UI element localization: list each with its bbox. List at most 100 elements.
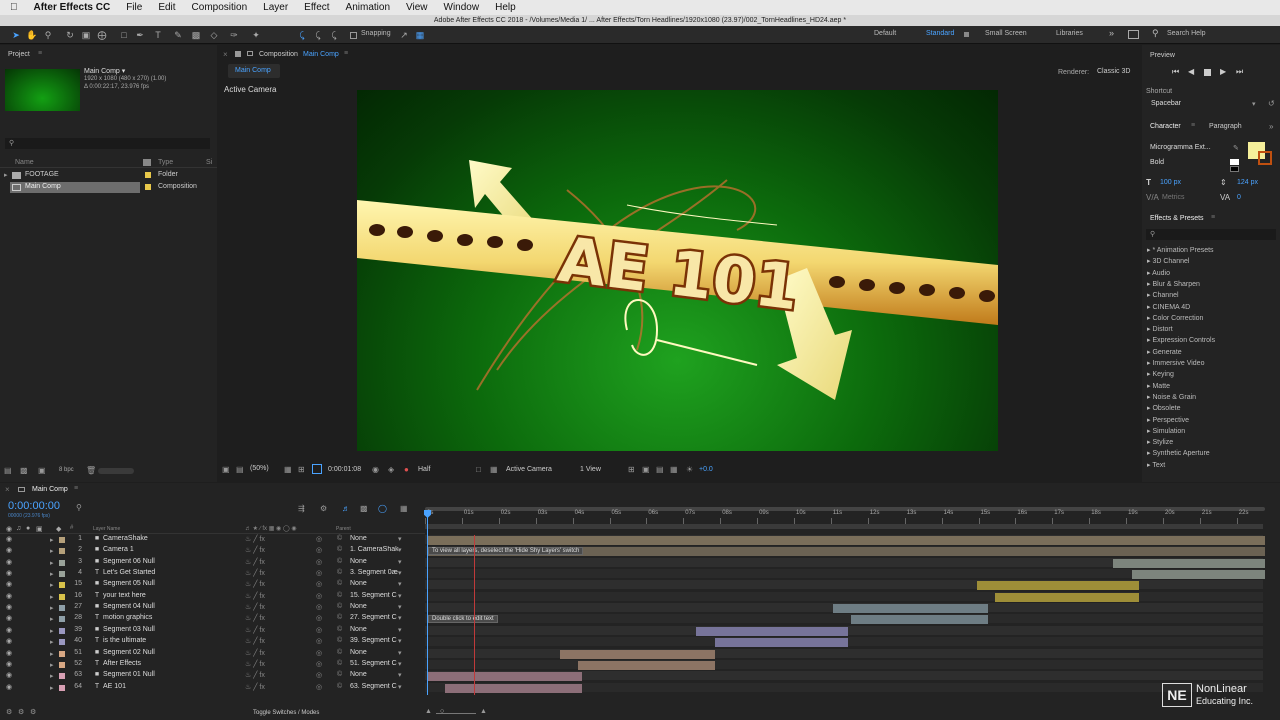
composition-tab-name[interactable]: Main Comp <box>303 51 339 58</box>
eye-icon[interactable]: ◉ <box>6 559 13 566</box>
layer-duration-bar[interactable] <box>427 672 582 682</box>
effects-category[interactable]: ▸ Noise & Grain <box>1147 393 1196 401</box>
parent-pickwhip-icon[interactable]: © <box>337 683 342 690</box>
project-tab[interactable]: Project <box>8 51 30 58</box>
chevron-down-icon[interactable]: ▾ <box>398 603 402 611</box>
effects-category[interactable]: ▸ Synthetic Aperture <box>1147 449 1210 457</box>
project-search-input[interactable]: ⚲ <box>5 138 210 149</box>
last-frame-icon[interactable]: ⏭ <box>1236 67 1243 77</box>
renderer-value[interactable]: Classic 3D <box>1097 68 1130 75</box>
kerning-value[interactable]: Metrics <box>1162 194 1185 201</box>
chevron-down-icon[interactable]: ▾ <box>398 671 402 679</box>
eye-icon[interactable]: ◉ <box>6 627 13 634</box>
layer-name[interactable]: Segment 06 Null <box>103 558 155 565</box>
col-type[interactable]: Type <box>158 159 173 166</box>
layer-name[interactable]: Camera 1 <box>103 546 134 553</box>
expand-arrow-icon[interactable]: ▸ <box>50 638 54 646</box>
layer-row[interactable]: ◉ ▸ 15 ■ Segment 05 Null ♨ ╱ fx © ◎ None ▾ <box>0 580 425 591</box>
layer-name[interactable]: Let's Get Started <box>103 569 155 576</box>
3d-layer-icon[interactable]: ◎ <box>316 580 322 588</box>
eye-icon[interactable]: ◉ <box>6 570 13 577</box>
layer-switches[interactable]: ♨ ╱ fx <box>245 569 265 577</box>
close-panel-icon[interactable]: × <box>223 50 228 59</box>
parent-pickwhip-icon[interactable]: © <box>337 569 342 576</box>
toggle-switches-modes-button[interactable]: Toggle Switches / Modes <box>253 710 319 716</box>
comp-subtab[interactable]: Main Comp <box>228 64 280 78</box>
effects-category[interactable]: ▸ CINEMA 4D <box>1147 303 1190 311</box>
fast-previews-icon[interactable]: ▣ <box>642 465 650 474</box>
label-swatch[interactable] <box>59 537 65 543</box>
workspace-libraries[interactable]: Libraries <box>1056 30 1083 37</box>
col-name[interactable]: Name <box>15 159 34 166</box>
expand-arrow-icon[interactable]: ▸ <box>50 627 54 635</box>
layer-duration-bar[interactable] <box>976 581 1140 591</box>
layer-switches[interactable]: ♨ ╱ fx <box>245 580 265 588</box>
label-swatch[interactable] <box>59 548 65 555</box>
layer-name[interactable]: Segment 01 Null <box>103 671 155 678</box>
3d-layer-icon[interactable]: ◎ <box>316 569 322 577</box>
clone-stamp-tool-icon[interactable]: ▩ <box>190 29 202 41</box>
chevron-down-icon[interactable]: ▾ <box>398 660 402 668</box>
previous-frame-icon[interactable]: ◀ <box>1188 67 1194 76</box>
expand-arrow-icon[interactable]: ▸ <box>50 581 54 589</box>
trash-icon[interactable]: 🗑 <box>86 466 96 475</box>
font-size-value[interactable]: 100 px <box>1160 179 1181 186</box>
toggle-transfer-controls-icon[interactable]: ⚙ <box>18 708 24 716</box>
chevron-down-icon[interactable]: ▾ <box>398 637 402 645</box>
panel-menu-icon[interactable]: ≡ <box>344 50 348 57</box>
hand-tool-icon[interactable]: ✋ <box>26 29 38 41</box>
chevron-down-icon[interactable]: ▾ <box>398 535 402 543</box>
thumbnail-size-slider[interactable] <box>98 468 134 474</box>
menu-edit[interactable]: Edit <box>150 2 183 13</box>
effects-category[interactable]: ▸ Simulation <box>1147 427 1185 435</box>
label-swatch[interactable] <box>59 627 65 634</box>
parent-pickwhip-icon[interactable]: © <box>337 649 342 656</box>
menu-view[interactable]: View <box>398 2 436 13</box>
region-of-interest-icon[interactable]: □ <box>476 465 481 474</box>
effects-category[interactable]: ▸ Audio <box>1147 269 1170 277</box>
layer-duration-bar[interactable] <box>832 604 988 614</box>
chevron-down-icon[interactable]: ▾ <box>398 683 402 691</box>
snap-icon[interactable]: ↗ <box>398 29 410 41</box>
camera-dropdown[interactable]: Active Camera <box>506 466 552 473</box>
label-swatch[interactable] <box>59 605 65 612</box>
layer-name[interactable]: your text here <box>103 592 146 599</box>
video-col-icon[interactable]: ◉ <box>6 525 12 533</box>
white-swatch[interactable] <box>1230 159 1239 165</box>
expand-arrow-icon[interactable]: ▸ <box>50 661 54 669</box>
label-swatch[interactable] <box>59 639 65 646</box>
layer-switches[interactable]: ♨ ╱ fx <box>245 603 265 611</box>
stop-icon[interactable] <box>1204 69 1211 76</box>
grid-icon[interactable]: ⊞ <box>298 465 305 474</box>
layer-switches[interactable]: ♨ ╱ fx <box>245 614 265 622</box>
black-swatch[interactable] <box>1230 166 1239 172</box>
transparency-grid-icon[interactable]: ▦ <box>490 465 498 474</box>
toggle-in-out-icon[interactable]: ⚙ <box>30 708 36 716</box>
overflow-icon[interactable]: » <box>1269 122 1273 131</box>
panel-menu-icon[interactable]: ≡ <box>38 50 42 57</box>
snap-features-icon[interactable]: ▦ <box>414 29 426 41</box>
effects-category[interactable]: ▸ Matte <box>1147 382 1170 390</box>
search-help-input[interactable]: Search Help <box>1167 30 1206 37</box>
layer-switches[interactable]: ♨ ╱ fx <box>245 626 265 634</box>
effects-category[interactable]: ▸ Text <box>1147 461 1165 469</box>
parent-header[interactable]: Parent <box>336 526 351 532</box>
close-panel-icon[interactable]: × <box>5 485 10 494</box>
stroke-color-swatch[interactable] <box>1258 151 1272 165</box>
effects-search-input[interactable]: ⚲ <box>1146 229 1276 240</box>
label-swatch[interactable] <box>59 616 65 623</box>
layer-duration-bar[interactable] <box>1113 558 1265 568</box>
workspace-default[interactable]: Default <box>874 30 896 37</box>
3d-layer-icon[interactable]: ◎ <box>316 683 322 691</box>
layer-row[interactable]: ◉ ▸ 2 ■ Camera 1 ♨ ╱ fx © ◎ 1. CameraShak ▾ <box>0 546 425 557</box>
parent-pickwhip-icon[interactable]: © <box>337 637 342 644</box>
timeline-icon[interactable]: ▤ <box>656 465 664 474</box>
zoom-in-icon[interactable]: ▲ <box>480 708 487 715</box>
layer-duration-bar[interactable] <box>1131 570 1265 580</box>
comp-mini-flowchart-icon[interactable]: ⇶ <box>298 504 305 513</box>
workspace-panel-icon[interactable] <box>1128 30 1139 39</box>
rectangle-tool-icon[interactable]: □ <box>118 29 130 41</box>
eraser-tool-icon[interactable]: ◇ <box>208 29 220 41</box>
menu-layer[interactable]: Layer <box>255 2 296 13</box>
workspace-menu-icon[interactable] <box>964 32 969 37</box>
